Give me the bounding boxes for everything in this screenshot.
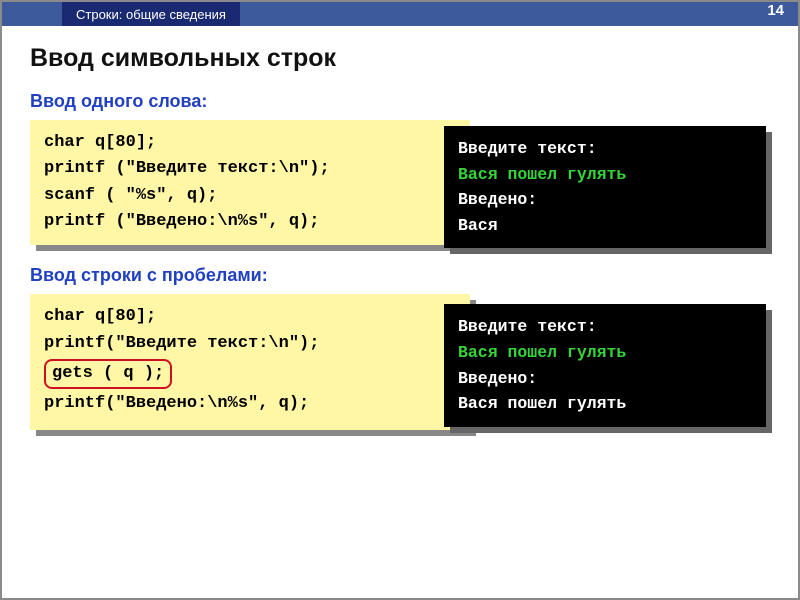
topbar-title: Строки: общие сведения [62,2,240,26]
code-line: printf ("Введено:\n%s", q); [44,209,456,235]
console-label: Введено: [458,187,752,213]
code-line: printf("Введите текст:\n"); [44,331,456,357]
code-line: char q[80]; [44,130,456,156]
section-label-1: Ввод одного слова: [30,91,770,112]
console-output: Вася [458,213,752,239]
console-user-input: Вася пошел гулять [458,340,752,366]
console-label: Введено: [458,366,752,392]
code-line: printf ("Введите текст:\n"); [44,156,456,182]
console-output: Вася пошел гулять [458,391,752,417]
code-block-1: char q[80]; printf ("Введите текст:\n");… [30,120,470,245]
console-block-2: Введите текст: Вася пошел гулять Введено… [444,304,766,426]
example-row-2: char q[80]; printf("Введите текст:\n"); … [30,294,770,429]
code-line: printf("Введено:\n%s", q); [44,391,456,417]
code-line: scanf ( "%s", q); [44,183,456,209]
code-line: char q[80]; [44,304,456,330]
console-prompt: Введите текст: [458,314,752,340]
code-inner: char q[80]; printf ("Введите текст:\n");… [30,120,470,245]
section-label-2: Ввод строки с пробелами: [30,265,770,286]
console-prompt: Введите текст: [458,136,752,162]
slide-content: Ввод символьных строк Ввод одного слова:… [2,26,798,430]
code-block-2: char q[80]; printf("Введите текст:\n"); … [30,294,470,429]
topbar-gap [2,2,62,26]
console-inner: Введите текст: Вася пошел гулять Введено… [444,304,766,426]
topbar-page-number: 14 [240,2,798,26]
example-row-1: char q[80]; printf ("Введите текст:\n");… [30,120,770,245]
code-inner: char q[80]; printf("Введите текст:\n"); … [30,294,470,429]
page-title: Ввод символьных строк [30,44,770,73]
highlight-box: gets ( q ); [44,359,172,389]
slide: Строки: общие сведения 14 Ввод символьны… [0,0,800,600]
console-inner: Введите текст: Вася пошел гулять Введено… [444,126,766,248]
topbar: Строки: общие сведения 14 [2,2,798,26]
console-block-1: Введите текст: Вася пошел гулять Введено… [444,126,766,248]
code-line-highlighted: gets ( q ); [50,359,456,389]
console-user-input: Вася пошел гулять [458,162,752,188]
